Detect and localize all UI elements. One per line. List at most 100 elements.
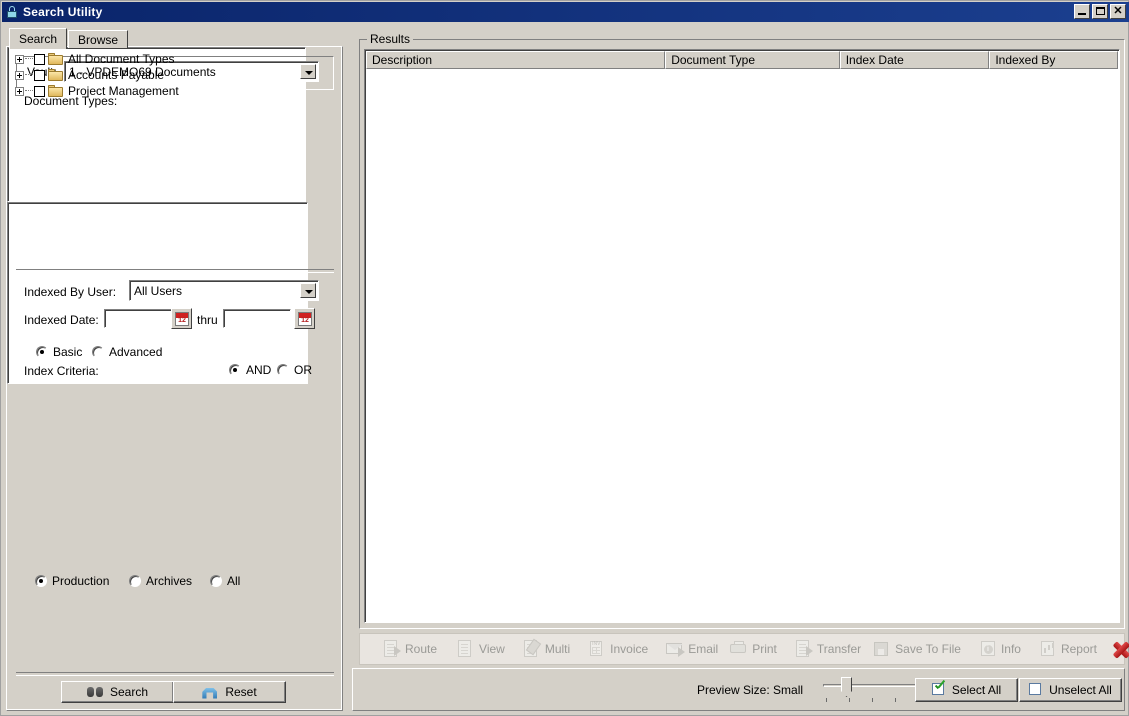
tree-checkbox[interactable] xyxy=(34,69,45,81)
invoice-icon: INV xyxy=(586,639,606,659)
radio-dot xyxy=(210,575,222,587)
window-title: Search Utility xyxy=(23,5,103,19)
toolbar-button-invoice[interactable]: INV Invoice xyxy=(581,635,653,663)
results-toolbar: Route View Multi INV Invoice Email Print… xyxy=(359,633,1129,665)
toolbar-button-close[interactable]: Close xyxy=(1102,635,1129,663)
printer-icon xyxy=(728,639,748,659)
tab-search[interactable]: Search xyxy=(9,28,68,49)
slider-thumb[interactable] xyxy=(841,677,852,697)
indexed-date-to-input[interactable] xyxy=(223,309,291,328)
results-caption: Results xyxy=(367,32,414,46)
toolbar-button-multi[interactable]: Multi xyxy=(516,635,575,663)
scope-radio-production[interactable]: Production xyxy=(35,574,109,588)
maximize-button[interactable] xyxy=(1092,4,1108,19)
toolbar-button-transfer[interactable]: Transfer xyxy=(788,635,866,663)
results-grid-header: Description Document Type Index Date Ind… xyxy=(366,51,1118,69)
tree-item[interactable]: Accounts Payable xyxy=(7,67,342,83)
view-document-icon xyxy=(455,639,475,659)
chevron-down-icon[interactable] xyxy=(300,283,316,298)
radio-dot xyxy=(36,346,48,358)
thru-label: thru xyxy=(197,313,218,327)
search-panel: Vault: 1 - VPDEMO69 Documents Document T… xyxy=(6,46,343,711)
radio-dot xyxy=(92,346,104,358)
tab-browse[interactable]: Browse xyxy=(68,30,129,48)
save-to-file-icon xyxy=(871,639,891,659)
toolbar-label: Report xyxy=(1060,642,1097,656)
tree-checkbox[interactable] xyxy=(34,53,45,65)
tree-checkbox[interactable] xyxy=(34,85,45,97)
minimize-button[interactable] xyxy=(1074,4,1090,19)
reset-button[interactable]: Reset xyxy=(173,681,286,703)
tree-item[interactable]: All Document Types xyxy=(7,51,342,67)
results-column-description[interactable]: Description xyxy=(366,51,666,69)
toolbar-button-view[interactable]: View xyxy=(450,635,510,663)
unselect-all-button[interactable]: Unselect All xyxy=(1019,678,1122,702)
toolbar-button-info[interactable]: i Info xyxy=(972,635,1026,663)
select-all-button[interactable]: Select All xyxy=(915,678,1018,702)
toolbar-label: Save To File xyxy=(895,642,961,656)
radio-dot xyxy=(277,364,289,376)
route-icon xyxy=(381,639,401,659)
preview-size-label: Preview Size: Small xyxy=(697,683,804,697)
folder-icon xyxy=(48,53,63,65)
preview-size-slider[interactable] xyxy=(823,676,923,704)
report-chart-icon xyxy=(1037,639,1057,659)
indexed-date-label: Indexed Date: xyxy=(24,313,99,327)
radio-dot xyxy=(129,575,141,587)
indexed-date-from-input[interactable] xyxy=(104,309,172,328)
slider-track[interactable] xyxy=(823,684,923,687)
expand-icon[interactable] xyxy=(15,54,24,64)
toolbar-button-report[interactable]: Report xyxy=(1032,635,1102,663)
title-bar: Search Utility ✕ xyxy=(2,2,1129,22)
expand-icon[interactable] xyxy=(15,70,24,80)
select-all-label: Select All xyxy=(951,683,1002,697)
tab-strip: Search Browse xyxy=(9,28,129,49)
toolbar-button-save-to-file[interactable]: Save To File xyxy=(866,635,966,663)
scope-archives-label: Archives xyxy=(146,574,193,588)
results-grid[interactable]: Description Document Type Index Date Ind… xyxy=(364,49,1120,623)
slider-ticks xyxy=(824,698,924,702)
calendar-to-button[interactable]: 12 xyxy=(294,308,315,329)
indexed-by-user-combobox[interactable]: All Users xyxy=(129,280,319,301)
operator-radio-or[interactable]: OR xyxy=(277,363,312,377)
green-check-icon xyxy=(931,683,946,697)
expand-icon[interactable] xyxy=(15,86,24,96)
toolbar-button-print[interactable]: Print xyxy=(723,635,782,663)
toolbar-label: Multi xyxy=(544,642,571,656)
search-utility-window: Search Utility ✕ Search Browse Vault: 1 … xyxy=(0,0,1129,716)
close-icon: ✕ xyxy=(1113,5,1123,17)
scope-production-label: Production xyxy=(52,574,110,588)
folder-icon xyxy=(48,85,63,97)
results-column-document-type[interactable]: Document Type xyxy=(665,51,840,69)
scope-all-label: All xyxy=(227,574,241,588)
red-x-icon xyxy=(1110,639,1129,659)
results-column-index-date[interactable]: Index Date xyxy=(839,51,990,69)
button-area-divider xyxy=(16,672,334,676)
calendar-icon: 12 xyxy=(298,312,312,326)
tree-item-label: All Document Types xyxy=(68,52,175,66)
calendar-icon: 12 xyxy=(175,312,189,326)
index-criteria-label: Index Criteria: xyxy=(24,364,99,378)
close-window-button[interactable]: ✕ xyxy=(1110,4,1126,19)
toolbar-button-email[interactable]: Email xyxy=(659,635,723,663)
bottom-bar: Preview Size: Small Select All Unselect … xyxy=(352,668,1125,711)
calendar-from-button[interactable]: 12 xyxy=(171,308,192,329)
reset-arrow-icon xyxy=(202,686,218,699)
results-column-indexed-by[interactable]: Indexed By xyxy=(989,51,1118,69)
tree-item[interactable]: Project Management xyxy=(7,83,342,99)
mode-radio-basic[interactable]: Basic xyxy=(36,345,82,359)
toolbar-label: Info xyxy=(1000,642,1021,656)
window-controls: ✕ xyxy=(1074,4,1126,19)
toolbar-button-route[interactable]: Route xyxy=(376,635,442,663)
toolbar-label: Transfer xyxy=(816,642,862,656)
operator-radio-and[interactable]: AND xyxy=(229,363,271,377)
tree-item-label: Project Management xyxy=(68,84,179,98)
email-icon xyxy=(664,639,686,659)
radio-dot xyxy=(35,575,47,587)
scope-radio-all[interactable]: All xyxy=(210,574,240,588)
search-button[interactable]: Search xyxy=(61,681,174,703)
mode-radio-advanced[interactable]: Advanced xyxy=(92,345,162,359)
toolbar-label: Route xyxy=(405,642,438,656)
info-icon: i xyxy=(977,639,997,659)
scope-radio-archives[interactable]: Archives xyxy=(129,574,192,588)
